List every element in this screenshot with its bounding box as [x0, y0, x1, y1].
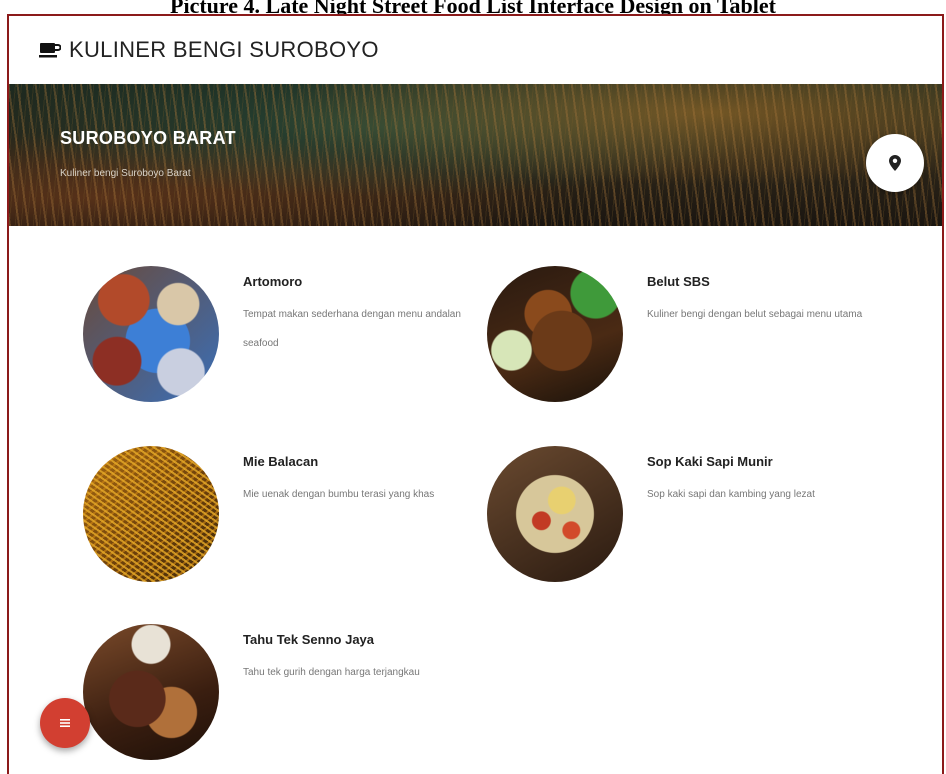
item-description: Kuliner bengi dengan belut sebagai menu … — [647, 309, 863, 320]
item-description: Tahu tek gurih dengan harga terjangkau — [243, 667, 420, 678]
list-item[interactable]: Tahu Tek Senno Jaya Tahu tek gurih denga… — [83, 624, 483, 774]
coffee-cup-icon — [39, 43, 61, 58]
item-name: Tahu Tek Senno Jaya — [243, 632, 375, 647]
item-description: Tempat makan sederhana dengan menu andal… — [243, 309, 461, 349]
item-name: Artomoro — [243, 274, 303, 289]
seafood-photo — [83, 266, 219, 402]
item-description: Sop kaki sapi dan kambing yang lezat — [647, 489, 815, 500]
map-pin-icon — [889, 155, 901, 171]
soup-photo — [487, 446, 623, 582]
eel-dish-photo — [487, 266, 623, 402]
menu-fab-button[interactable] — [40, 698, 90, 748]
location-button[interactable] — [866, 134, 924, 192]
noodles-photo — [83, 446, 219, 582]
menu-icon — [60, 719, 70, 727]
region-title: SUROBOYO BARAT — [60, 128, 236, 148]
hero-banner: SUROBOYO BARAT Kuliner bengi Suroboyo Ba… — [9, 84, 942, 226]
list-item[interactable]: Belut SBS Kuliner bengi dengan belut seb… — [487, 266, 887, 416]
list-item[interactable]: Artomoro Tempat makan sederhana dengan m… — [83, 266, 483, 416]
list-item[interactable]: Sop Kaki Sapi Munir Sop kaki sapi dan ka… — [487, 446, 887, 596]
item-name: Sop Kaki Sapi Munir — [647, 454, 773, 469]
app-bar: KULINER BENGI SUROBOYO — [9, 16, 942, 84]
item-name: Mie Balacan — [243, 454, 319, 469]
app-title: KULINER BENGI SUROBOYO — [69, 37, 379, 62]
tofu-dish-photo — [83, 624, 219, 760]
item-description: Mie uenak dengan bumbu terasi yang khas — [243, 489, 435, 500]
item-name: Belut SBS — [647, 274, 710, 289]
tablet-frame: KULINER BENGI SUROBOYO SUROBOYO BARAT Ku… — [7, 14, 944, 774]
list-item[interactable]: Mie Balacan Mie uenak dengan bumbu teras… — [83, 446, 483, 596]
region-subtitle: Kuliner bengi Suroboyo Barat — [60, 168, 191, 179]
